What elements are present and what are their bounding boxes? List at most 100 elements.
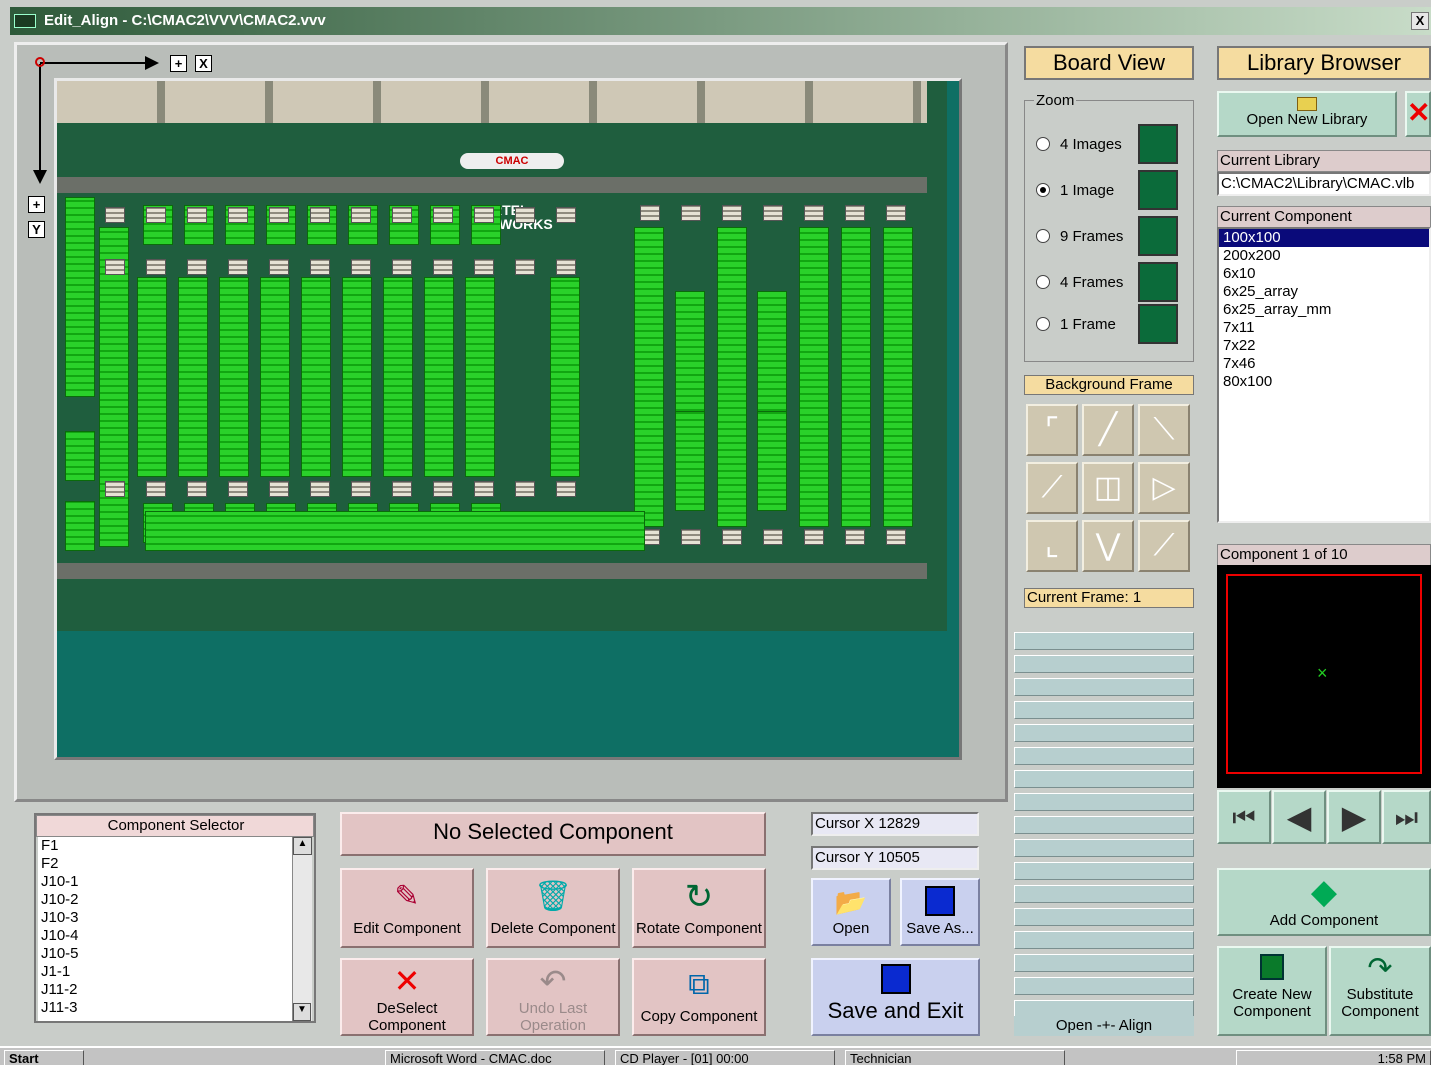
library-component-item[interactable]: 7x22: [1219, 337, 1429, 355]
selector-item[interactable]: J1-1: [41, 963, 294, 981]
board-connector[interactable]: [269, 481, 289, 497]
board-slot[interactable]: [137, 277, 167, 477]
board-connector[interactable]: [804, 205, 824, 221]
background-frame-cell-8[interactable]: ⟋: [1138, 520, 1190, 572]
open-new-library-button[interactable]: Open New Library: [1217, 91, 1397, 137]
board-slot[interactable]: [342, 277, 372, 477]
x-plus-button[interactable]: +: [170, 55, 187, 72]
zoom-radio-icon[interactable]: [1036, 317, 1050, 331]
next-component-button[interactable]: ▶: [1327, 790, 1381, 844]
undo-last-operation-button[interactable]: ↶ Undo Last Operation: [486, 958, 620, 1036]
board-slot[interactable]: [424, 277, 454, 477]
library-component-item[interactable]: 7x11: [1219, 319, 1429, 337]
frame-slot[interactable]: [1014, 632, 1194, 650]
board-connector[interactable]: [474, 207, 494, 223]
board-connector[interactable]: [433, 259, 453, 275]
save-as-button[interactable]: Save As...: [900, 878, 980, 946]
frame-slot[interactable]: [1014, 701, 1194, 719]
board-slot[interactable]: [675, 411, 705, 511]
rotate-component-button[interactable]: ↻ Rotate Component: [632, 868, 766, 948]
board-connector[interactable]: [433, 207, 453, 223]
board-connector[interactable]: [515, 207, 535, 223]
close-button[interactable]: X: [1411, 12, 1429, 30]
board-connector[interactable]: [228, 207, 248, 223]
board-connector[interactable]: [515, 259, 535, 275]
frame-slot[interactable]: [1014, 655, 1194, 673]
board-connector[interactable]: [515, 481, 535, 497]
scroll-up-icon[interactable]: ▲: [293, 837, 312, 855]
board-connector[interactable]: [228, 481, 248, 497]
frame-slot[interactable]: [1014, 816, 1194, 834]
selector-item[interactable]: J10-2: [41, 891, 294, 909]
board-connector[interactable]: [269, 207, 289, 223]
library-component-item[interactable]: 200x200: [1219, 247, 1429, 265]
selector-item[interactable]: J10-4: [41, 927, 294, 945]
board-connector[interactable]: [105, 259, 125, 275]
selector-item[interactable]: J10-1: [41, 873, 294, 891]
add-component-button[interactable]: ◆ Add Component: [1217, 868, 1431, 936]
background-frame-cell-2[interactable]: ⟍: [1138, 404, 1190, 456]
board-connector[interactable]: [228, 259, 248, 275]
board-connector[interactable]: [804, 529, 824, 545]
frame-slot[interactable]: [1014, 954, 1194, 972]
board-slot[interactable]: [841, 227, 871, 527]
background-frame-cell-4[interactable]: ◫: [1082, 462, 1134, 514]
board-connector[interactable]: [722, 205, 742, 221]
background-frame-cell-0[interactable]: ⌜: [1026, 404, 1078, 456]
start-button[interactable]: Start: [4, 1050, 84, 1065]
board-slot[interactable]: [675, 291, 705, 431]
board-slot[interactable]: [65, 197, 95, 397]
board-connector[interactable]: [187, 481, 207, 497]
first-component-button[interactable]: ⏮: [1217, 790, 1271, 844]
library-component-item[interactable]: 6x25_array: [1219, 283, 1429, 301]
zoom-radio-icon[interactable]: [1036, 183, 1050, 197]
background-frame-cell-5[interactable]: ▷: [1138, 462, 1190, 514]
board-connector[interactable]: [351, 207, 371, 223]
background-frame-cell-1[interactable]: ╱: [1082, 404, 1134, 456]
taskbar-item-cd-player[interactable]: CD Player - [01] 00:00: [615, 1050, 835, 1065]
edit-component-button[interactable]: ✎ Edit Component: [340, 868, 474, 948]
board-connector[interactable]: [392, 259, 412, 275]
board-connector[interactable]: [310, 481, 330, 497]
zoom-option-2[interactable]: 9 Frames: [1036, 216, 1186, 264]
board-connector[interactable]: [433, 481, 453, 497]
library-component-item[interactable]: 6x10: [1219, 265, 1429, 283]
board-connector[interactable]: [474, 259, 494, 275]
board-connector[interactable]: [763, 529, 783, 545]
zoom-option-0[interactable]: 4 Images: [1036, 124, 1186, 172]
background-frame-cell-6[interactable]: ⌞: [1026, 520, 1078, 572]
board-connector[interactable]: [310, 259, 330, 275]
taskbar-item-word[interactable]: Microsoft Word - CMAC.doc: [385, 1050, 605, 1065]
board-slot[interactable]: [799, 227, 829, 527]
frame-slot[interactable]: [1014, 839, 1194, 857]
zoom-radio-icon[interactable]: [1036, 275, 1050, 289]
library-component-item[interactable]: 100x100: [1219, 229, 1429, 247]
create-new-component-button[interactable]: Create New Component: [1217, 946, 1327, 1036]
board-slot[interactable]: [757, 291, 787, 431]
library-component-item[interactable]: 6x25_array_mm: [1219, 301, 1429, 319]
background-frame-cell-3[interactable]: ⟋: [1026, 462, 1078, 514]
board-canvas[interactable]: CMAC NORTEL NETWORKS: [54, 78, 962, 760]
zoom-radio-icon[interactable]: [1036, 137, 1050, 151]
board-connector[interactable]: [187, 259, 207, 275]
board-connector[interactable]: [105, 207, 125, 223]
frame-slot[interactable]: [1014, 977, 1194, 995]
copy-component-button[interactable]: ⧉ Copy Component: [632, 958, 766, 1036]
open-align-button[interactable]: Open -+- Align: [1014, 1016, 1194, 1036]
board-slot[interactable]: [99, 227, 129, 547]
board-connector[interactable]: [556, 259, 576, 275]
taskbar-item-technician[interactable]: Technician: [845, 1050, 1065, 1065]
board-connector[interactable]: [392, 207, 412, 223]
open-file-button[interactable]: 📂 Open: [811, 878, 891, 946]
frame-slot[interactable]: [1014, 885, 1194, 903]
frame-slot[interactable]: [1014, 770, 1194, 788]
board-image[interactable]: CMAC NORTEL NETWORKS: [57, 81, 947, 631]
board-connector[interactable]: [886, 205, 906, 221]
board-connector[interactable]: [474, 481, 494, 497]
frame-slot[interactable]: [1014, 678, 1194, 696]
board-slot[interactable]: [65, 501, 95, 551]
board-slot[interactable]: [883, 227, 913, 527]
library-component-item[interactable]: 7x46: [1219, 355, 1429, 373]
board-connector[interactable]: [392, 481, 412, 497]
delete-component-button[interactable]: 🗑 Delete Component: [486, 868, 620, 948]
